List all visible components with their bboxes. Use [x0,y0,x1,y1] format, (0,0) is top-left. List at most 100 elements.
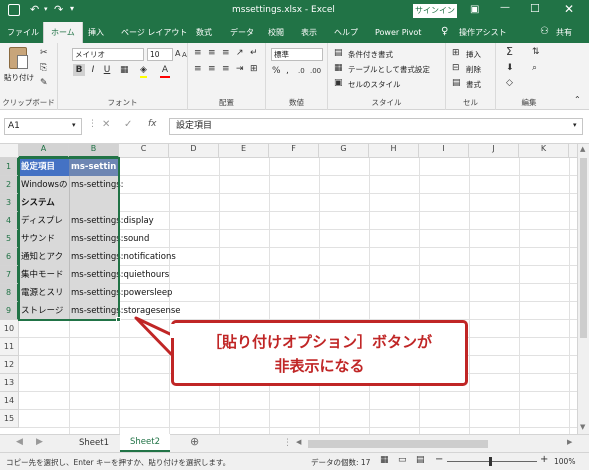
share-button[interactable]: 共有 [556,22,572,43]
borders-icon[interactable]: ▦ [120,64,129,76]
name-box[interactable]: A1 [4,118,82,135]
column-header-l[interactable] [569,144,577,158]
tab-power-pivot[interactable]: Power Pivot [375,22,421,43]
row-header-13[interactable]: 13 [0,374,19,392]
row-header-3[interactable]: 3 [0,194,19,212]
worksheet-grid[interactable]: A B C D E F G H I J K 1 2 3 4 5 6 7 8 9 … [0,144,577,434]
minimize-icon[interactable]: — [500,2,510,13]
expand-formula-icon[interactable]: ▾ [573,121,577,129]
zoom-slider-thumb[interactable] [489,457,492,466]
column-header-h[interactable]: H [369,144,419,158]
autosum-button[interactable]: Σ [506,46,513,58]
insert-cells-button[interactable]: 挿入 [466,49,481,60]
row-header-5[interactable]: 5 [0,230,19,248]
row-header-14[interactable]: 14 [0,392,19,410]
column-header-i[interactable]: I [419,144,469,158]
number-format-select[interactable]: 標準 [271,48,323,61]
hscroll-thumb[interactable] [308,440,488,448]
tab-data[interactable]: データ [230,22,254,43]
column-header-a[interactable]: A [19,144,69,158]
fill-color-icon[interactable]: ◈ [140,64,147,78]
tab-split-icon[interactable]: ⋮ [283,438,292,448]
view-page-layout-icon[interactable]: ▭ [398,455,407,465]
paste-button[interactable]: 貼り付け [4,72,34,83]
sheet-next-icon[interactable]: ▶ [36,437,43,447]
insert-function-button[interactable]: fx [148,119,157,129]
italic-button[interactable]: I [87,64,99,76]
tab-formulas[interactable]: 数式 [196,22,212,43]
column-header-k[interactable]: K [519,144,569,158]
tab-file[interactable]: ファイル [7,22,39,43]
scroll-up-icon[interactable]: ▲ [580,145,585,153]
zoom-out-icon[interactable]: − [435,454,443,465]
copy-icon[interactable]: ⎘ [40,62,47,74]
column-header-g[interactable]: G [319,144,369,158]
sheet-tab-sheet2[interactable]: Sheet2 [120,434,170,452]
font-size-select[interactable]: 10 [147,48,173,61]
column-header-j[interactable]: J [469,144,519,158]
fill-handle[interactable] [116,317,121,322]
row-header-6[interactable]: 6 [0,248,19,266]
delete-cells-button[interactable]: 削除 [466,64,481,75]
wrap-text-icon[interactable]: ↵ [250,47,258,59]
format-as-table-button[interactable]: テーブルとして書式設定 [348,64,430,75]
row-header-15[interactable]: 15 [0,410,19,428]
tell-me-search[interactable]: 操作アシスト [459,22,507,43]
row-header-8[interactable]: 8 [0,284,19,302]
row-header-1[interactable]: 1 [0,158,19,176]
undo-icon[interactable]: ↶ [30,3,39,16]
scroll-thumb[interactable] [580,158,587,338]
scroll-down-icon[interactable]: ▼ [580,423,585,431]
align-middle-icon[interactable]: ≡ [208,47,216,59]
row-header-10[interactable]: 10 [0,320,19,338]
row-header-2[interactable]: 2 [0,176,19,194]
confirm-entry-icon[interactable]: ✓ [124,119,132,130]
share-person-icon[interactable]: ⚇ [540,26,549,37]
hscroll-right-icon[interactable]: ▶ [567,438,572,446]
align-bottom-icon[interactable]: ≡ [222,47,230,59]
tab-help[interactable]: ヘルプ [334,22,358,43]
align-center-icon[interactable]: ≡ [208,63,216,75]
cancel-entry-icon[interactable]: ✕ [102,119,110,130]
zoom-slider[interactable] [447,461,537,462]
collapse-ribbon-icon[interactable]: ⌃ [574,95,581,104]
cut-icon[interactable]: ✂ [40,47,48,59]
conditional-formatting-button[interactable]: 条件付き書式 [348,49,393,60]
tab-insert[interactable]: 挿入 [88,22,104,43]
sheet-tab-sheet1[interactable]: Sheet1 [68,435,120,452]
row-header-7[interactable]: 7 [0,266,19,284]
column-header-d[interactable]: D [169,144,219,158]
decrease-decimal-icon[interactable]: .00 [310,65,321,77]
fill-icon[interactable]: ⬇ [506,62,514,74]
font-color-button[interactable]: A [160,64,170,78]
column-header-c[interactable]: C [119,144,169,158]
view-page-break-icon[interactable]: ▤ [416,455,425,465]
column-header-f[interactable]: F [269,144,319,158]
percent-icon[interactable]: % [272,65,281,77]
bold-button[interactable]: B [73,64,85,76]
name-box-dropdown-icon[interactable]: ▾ [72,121,76,129]
sort-filter-icon[interactable]: ⇅ [532,46,540,58]
indent-icon[interactable]: ⇥ [236,63,244,75]
formula-input[interactable]: 設定項目 [169,118,583,135]
sheet-prev-icon[interactable]: ◀ [16,437,23,447]
align-top-icon[interactable]: ≡ [194,47,202,59]
align-left-icon[interactable]: ≡ [194,63,202,75]
view-normal-icon[interactable]: ▦ [380,455,389,465]
format-cells-button[interactable]: 書式 [466,79,481,90]
format-painter-icon[interactable]: ✎ [40,77,48,89]
close-icon[interactable]: ✕ [564,2,574,16]
tab-home[interactable]: ホーム [43,22,83,43]
zoom-in-icon[interactable]: + [540,454,548,465]
vertical-scrollbar[interactable]: ▲ ▼ [577,144,589,434]
underline-button[interactable]: U [101,64,113,76]
font-name-select[interactable]: メイリオ [72,48,144,61]
row-header-9[interactable]: 9 [0,302,19,320]
ribbon-display-icon[interactable]: ▣ [470,4,479,15]
row-header-4[interactable]: 4 [0,212,19,230]
tab-page-layout[interactable]: ページ レイアウト [121,22,187,43]
column-header-e[interactable]: E [219,144,269,158]
cell-styles-button[interactable]: セルのスタイル [348,79,401,90]
comma-icon[interactable]: , [286,65,289,77]
increase-decimal-icon[interactable]: .0 [298,65,305,77]
